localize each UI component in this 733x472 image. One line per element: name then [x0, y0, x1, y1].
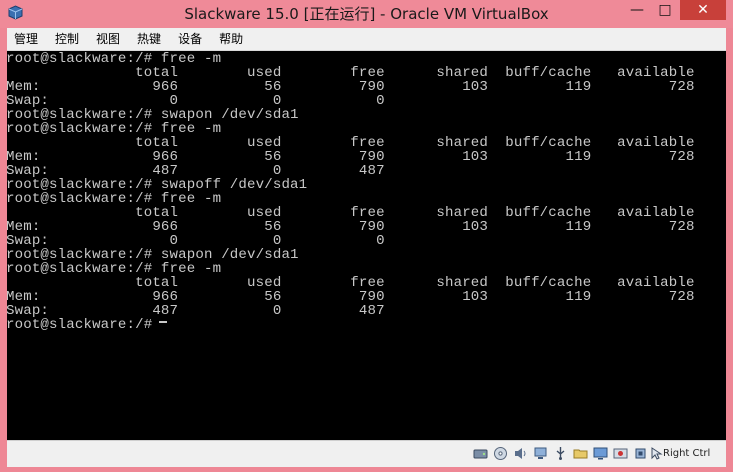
menu-control[interactable]: 控制: [49, 28, 85, 50]
usb-icon[interactable]: [553, 446, 568, 461]
title-bar[interactable]: Slackware 15.0 [正在运行] - Oracle VM Virtua…: [0, 0, 733, 28]
mouse-integration-icon[interactable]: [649, 446, 664, 461]
hard-disk-icon[interactable]: [473, 446, 488, 461]
host-key-label: Right Ctrl: [663, 448, 711, 459]
menu-hotkeys[interactable]: 热键: [131, 28, 167, 50]
guest-additions-icon[interactable]: [633, 446, 648, 461]
close-button[interactable]: ✕: [680, 0, 726, 20]
menu-devices[interactable]: 设备: [172, 28, 208, 50]
status-bar: Right Ctrl: [7, 440, 726, 467]
close-icon: ✕: [697, 2, 709, 18]
vm-display-terminal[interactable]: root@slackware:/# free -m total used fre…: [7, 51, 726, 440]
shared-folder-icon[interactable]: [573, 446, 588, 461]
menu-bar: 管理 控制 视图 热键 设备 帮助: [7, 28, 726, 51]
minimize-icon: —: [630, 2, 644, 18]
optical-drive-icon[interactable]: [493, 446, 508, 461]
network-icon[interactable]: [533, 446, 548, 461]
menu-manage[interactable]: 管理: [8, 28, 44, 50]
minimize-button[interactable]: —: [624, 0, 650, 20]
audio-icon[interactable]: [513, 446, 528, 461]
menu-help[interactable]: 帮助: [213, 28, 249, 50]
display-icon[interactable]: [593, 446, 608, 461]
maximize-button[interactable]: □: [652, 0, 678, 20]
maximize-icon: □: [658, 2, 672, 18]
terminal-cursor: [159, 321, 167, 323]
recording-icon[interactable]: [613, 446, 628, 461]
terminal-line: root@slackware:/#: [7, 317, 153, 333]
terminal-output: root@slackware:/# free -m total used fre…: [7, 52, 695, 332]
menu-view[interactable]: 视图: [90, 28, 126, 50]
virtualbox-window: Slackware 15.0 [正在运行] - Oracle VM Virtua…: [0, 0, 733, 472]
